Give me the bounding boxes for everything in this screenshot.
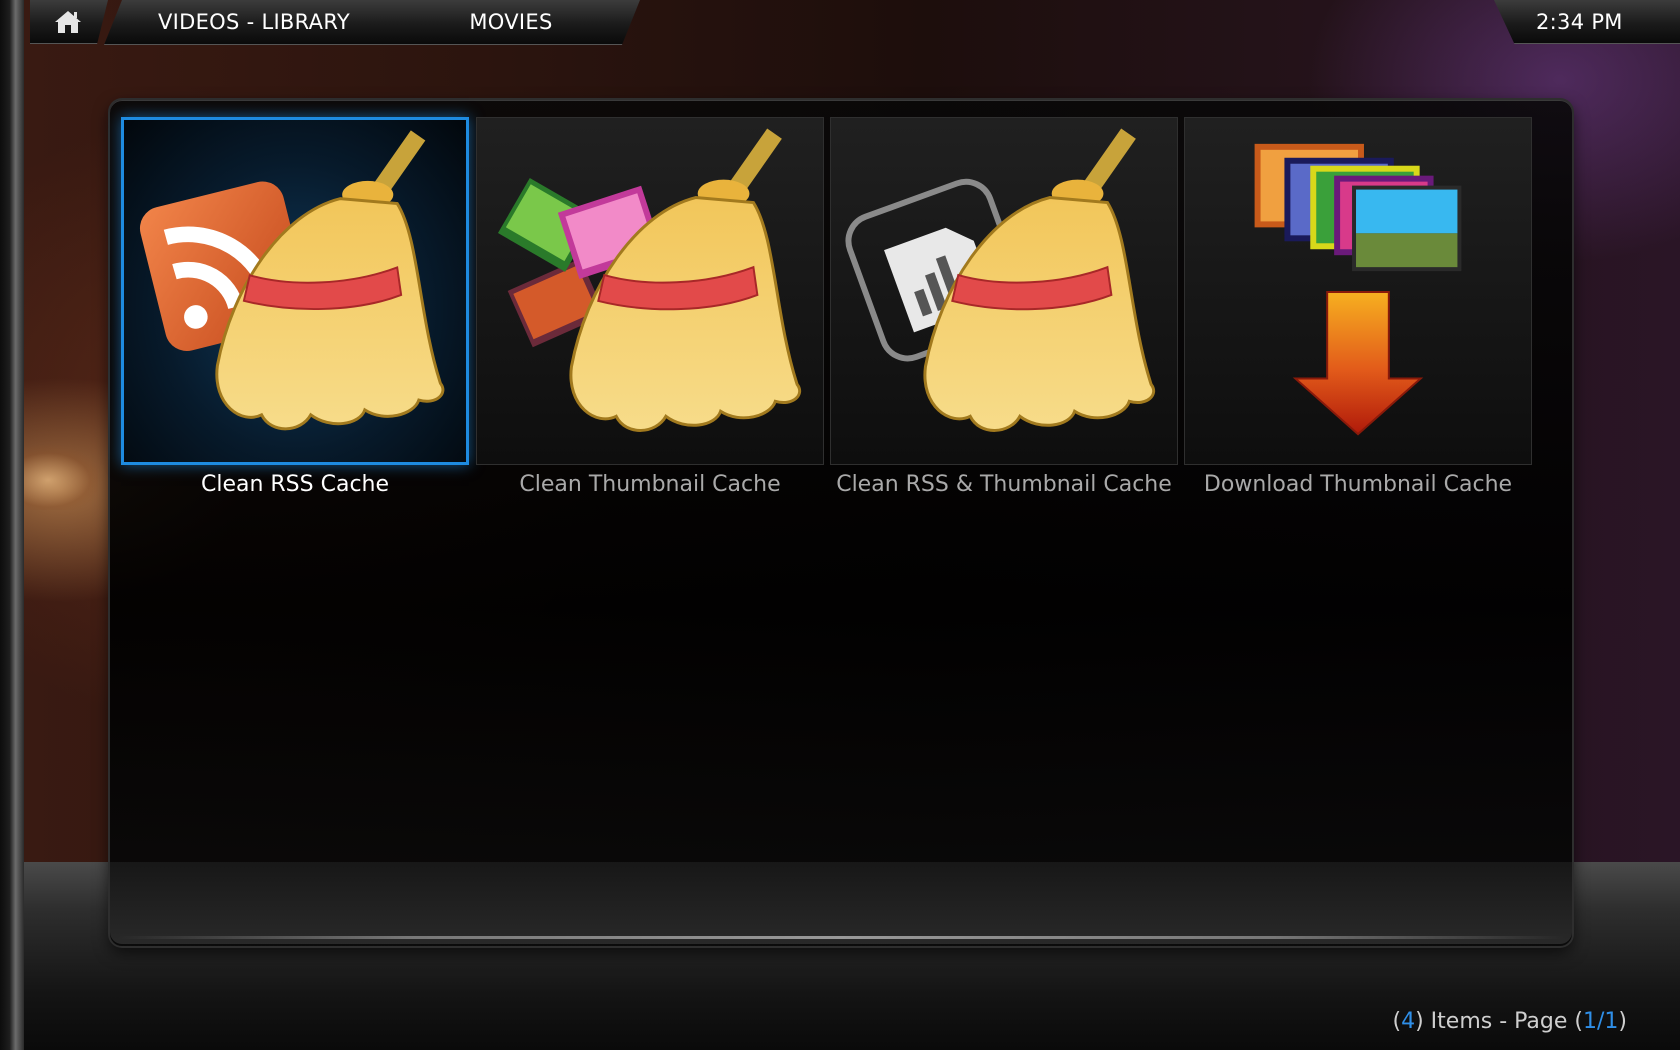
- broom-rss-icon: [139, 130, 445, 431]
- broom-rss-thumbnails-icon: [845, 128, 1156, 432]
- item-label: Clean RSS Cache: [200, 472, 390, 497]
- background-lamp: [18, 410, 98, 510]
- panel-bottom-highlight: [118, 936, 1564, 939]
- left-edge-bar: [0, 0, 24, 1050]
- footer-items-text: ) Items - Page (: [1415, 1009, 1583, 1034]
- home-button[interactable]: [30, 0, 108, 44]
- item-label: Clean RSS & Thumbnail Cache: [836, 472, 1172, 497]
- top-bar: VIDEOS - LIBRARY MOVIES 2:34 PM: [0, 0, 1680, 45]
- footer-page: 1/1: [1583, 1009, 1619, 1034]
- item-clean-rss-cache[interactable]: [121, 117, 469, 465]
- footer-open-paren: (: [1392, 1009, 1402, 1034]
- home-icon: [55, 10, 81, 33]
- item-label: Clean Thumbnail Cache: [519, 472, 781, 497]
- item-label: Download Thumbnail Cache: [1203, 472, 1513, 497]
- breadcrumb-section[interactable]: VIDEOS - LIBRARY: [104, 0, 404, 45]
- clock-text: 2:34 PM: [1536, 9, 1623, 34]
- download-thumbnails-icon: [1254, 143, 1462, 436]
- breadcrumb-section-label: VIDEOS - LIBRARY: [157, 10, 351, 34]
- item-clean-thumbnail-cache[interactable]: [476, 117, 824, 465]
- breadcrumb-subsection-label: MOVIES: [469, 10, 553, 34]
- footer-item-count: 4: [1401, 1009, 1416, 1034]
- clock: 2:34 PM: [1494, 0, 1680, 44]
- breadcrumb-subsection[interactable]: MOVIES: [382, 0, 640, 45]
- footer-close-paren: ): [1618, 1009, 1627, 1034]
- item-clean-rss-thumbnail-cache[interactable]: [830, 117, 1178, 465]
- item-download-thumbnail-cache[interactable]: [1184, 117, 1532, 465]
- item-count-footer: (4) Items - Page (1/1): [1393, 1009, 1627, 1034]
- broom-thumbnails-icon: [497, 128, 802, 432]
